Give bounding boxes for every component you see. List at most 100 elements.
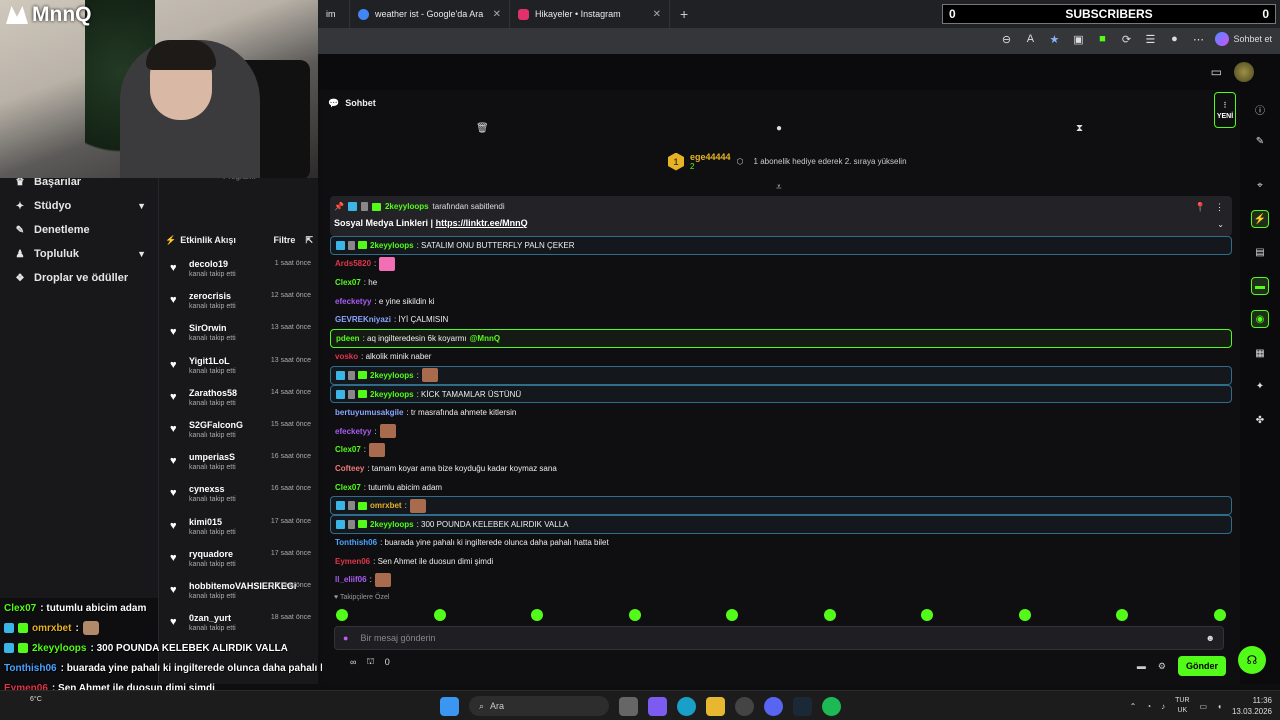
chevron-down-icon[interactable]: ⌄ — [1217, 220, 1224, 229]
extension-icon[interactable]: ▣ — [1071, 32, 1085, 46]
spotify-icon[interactable] — [822, 696, 841, 716]
feed-item[interactable]: ♥ Yigit1LoL kanalı takip etti 13 saat önce — [159, 353, 319, 385]
language-indicator[interactable]: TUR UK — [1175, 696, 1189, 716]
quick-emote-icon[interactable] — [1213, 609, 1226, 621]
gear-icon[interactable]: ⚙ — [1158, 661, 1166, 672]
chat-username[interactable]: Cofteey — [335, 464, 364, 473]
chat-message[interactable]: Cofteey: tamam koyar ama bize koyduğu ka… — [330, 459, 1232, 478]
chat-message[interactable]: 2keyyloops: 300 POUNDA KELEBEK ALIRDIK V… — [330, 514, 1232, 534]
feed-item[interactable]: ♥ SirOrwin kanalı takip etti 13 saat önce — [159, 320, 319, 352]
chat-message[interactable]: omrxbet: — [330, 496, 1232, 515]
gift-box-icon[interactable]: ⛫ — [366, 656, 374, 668]
quick-emote-icon[interactable] — [531, 609, 544, 621]
chat-message[interactable]: Tonthish06: buarada yine pahalı ki ingil… — [330, 534, 1232, 553]
quick-emote-icon[interactable] — [823, 609, 836, 621]
close-tab-icon[interactable]: ✕ — [653, 9, 661, 20]
read-aloud-icon[interactable]: A — [1023, 32, 1037, 46]
hourglass-icon[interactable]: ⧗ — [1076, 123, 1083, 134]
volume-icon[interactable]: ◖ — [1217, 702, 1222, 711]
pencil-icon[interactable]: ✎ — [1251, 132, 1269, 150]
edge-icon[interactable] — [677, 696, 696, 716]
chat-message[interactable]: bertuyumusakgile: tr masrafında ahmete k… — [330, 403, 1232, 422]
clipboard-icon[interactable]: ▤ — [1251, 243, 1269, 261]
chat-username[interactable]: pdeen — [336, 334, 360, 343]
bolt-icon[interactable]: ⚡ — [1251, 210, 1269, 228]
chat-message[interactable]: Clex07: he — [330, 273, 1232, 292]
speech-bubble-icon[interactable]: ● — [776, 123, 782, 134]
support-button[interactable]: ☊ — [1238, 646, 1266, 674]
trash-icon[interactable]: 🗑 — [476, 123, 489, 134]
sidebar-item-studio[interactable]: ✦ Stüdyo ▼ — [0, 194, 158, 218]
quick-emote-icon[interactable] — [726, 609, 739, 621]
chat-message[interactable]: vosko: alkolik minik naber — [330, 348, 1232, 367]
pinned-link[interactable]: https://linktr.ee/MnnQ — [436, 218, 528, 228]
copilot-icon[interactable] — [648, 696, 667, 716]
feed-item[interactable]: ♥ decolo19 kanalı takip etti 1 saat önce — [159, 256, 319, 288]
gifter-name[interactable]: ege44444 — [690, 152, 731, 162]
infinity-icon[interactable]: ∞ — [350, 657, 356, 667]
browser-tab[interactable]: Hikayeler • Instagram ✕ — [510, 0, 670, 28]
browser-tab[interactable]: weather ist - Google'da Ara ✕ — [350, 0, 510, 28]
clock[interactable]: 11:36 13.03.2026 — [1232, 695, 1272, 717]
feed-item[interactable]: ♥ kimi015 kanalı takip etti 17 saat önce — [159, 514, 319, 546]
quick-emote-icon[interactable] — [1116, 609, 1129, 621]
feed-item[interactable]: ♥ zerocrisis kanalı takip etti 12 saat önce — [159, 288, 319, 320]
printer-icon[interactable]: ▦ — [1251, 344, 1269, 362]
chat-message[interactable]: 2keyyloops: KİCK TAMAMLAR ÜSTÜNÜ — [330, 384, 1232, 404]
chat-username[interactable]: 2keyyloops — [370, 371, 414, 380]
copilot-button[interactable]: Sohbet et — [1215, 32, 1272, 46]
quick-emote-icon[interactable] — [921, 609, 934, 621]
user-avatar[interactable] — [1234, 62, 1254, 82]
sidebar-item-community[interactable]: ♟ Topluluk ▼ — [0, 242, 158, 266]
chat-input[interactable]: ● Bir mesaj gönderin ☻ — [334, 626, 1224, 650]
more-icon[interactable]: ⋯ — [1191, 32, 1205, 46]
chat-username[interactable]: Eymen06 — [335, 557, 370, 566]
refresh-icon[interactable]: ⟳ — [1119, 32, 1133, 46]
chat-username[interactable]: efecketyy — [335, 297, 371, 306]
send-button[interactable]: Gönder — [1177, 656, 1226, 676]
steam-icon[interactable] — [793, 696, 812, 716]
crop-icon[interactable]: ⌖ — [1251, 176, 1269, 194]
chat-message[interactable]: ll_eliif06: — [330, 571, 1232, 590]
chat-username[interactable]: 2keyyloops — [370, 241, 414, 250]
feed-item[interactable]: ♥ S2GFalconG kanalı takip etti 15 saat önce — [159, 417, 319, 449]
feed-item[interactable]: ♥ ryquadore kanalı takip etti 17 saat önce — [159, 546, 319, 578]
chat-username[interactable]: efecketyy — [335, 427, 371, 436]
task-view-icon[interactable] — [619, 696, 638, 716]
puzzle-icon[interactable]: ✤ — [1251, 411, 1269, 429]
collections-icon[interactable]: ☰ — [1143, 32, 1157, 46]
wrench-icon[interactable]: ✦ — [1251, 377, 1269, 395]
sidebar-item-moderation[interactable]: ✎ Denetleme — [0, 218, 158, 242]
discord-icon[interactable] — [764, 696, 783, 716]
chat-username[interactable]: Clex07 — [335, 278, 361, 287]
chat-username[interactable]: 2keyyloops — [370, 520, 414, 529]
emoji-icon[interactable]: ☻ — [1206, 633, 1215, 643]
microphone-icon[interactable]: ♪ — [1161, 702, 1165, 711]
info-icon[interactable]: ⓘ — [1251, 100, 1269, 118]
close-tab-icon[interactable]: ✕ — [493, 9, 501, 20]
unpin-icon[interactable]: 📍 — [1195, 202, 1206, 213]
chat-username[interactable]: Ards5820 — [335, 259, 371, 268]
windows-start-icon[interactable] — [440, 696, 459, 716]
chat-username[interactable]: GEVREKniyazi — [335, 315, 391, 324]
chat-message[interactable]: efecketyy: — [330, 422, 1232, 441]
chat-username[interactable]: Clex07 — [335, 483, 361, 492]
chat-username[interactable]: ll_eliif06 — [335, 575, 367, 584]
browser-tab[interactable]: im — [318, 0, 350, 28]
chat-username[interactable]: omrxbet — [370, 501, 402, 510]
wifi-icon[interactable]: ▭ — [1200, 702, 1208, 711]
chat-username[interactable]: Clex07 — [335, 445, 361, 454]
kebab-menu-icon[interactable]: ⋮ — [1215, 202, 1224, 213]
weather-widget[interactable]: 6°C — [30, 695, 42, 705]
favorite-star-icon[interactable]: ★ — [1047, 32, 1061, 46]
chat-message[interactable]: GEVREKniyazi: İYİ ÇALMISIN — [330, 310, 1232, 329]
chat-username[interactable]: 2keyyloops — [370, 390, 414, 399]
chat-username[interactable]: Tonthish06 — [335, 538, 377, 547]
taskbar-search[interactable]: ⌕ Ara — [469, 696, 609, 716]
chat-message[interactable]: Ards5820: — [330, 255, 1232, 274]
feed-item[interactable]: ♥ cynexss kanalı takip etti 16 saat önce — [159, 481, 319, 513]
profile-icon[interactable]: ● — [1167, 32, 1181, 46]
chat-message[interactable]: Clex07: tutumlu abicim adam — [330, 478, 1232, 497]
chat-username[interactable]: vosko — [335, 352, 358, 361]
file-explorer-icon[interactable] — [706, 696, 725, 716]
